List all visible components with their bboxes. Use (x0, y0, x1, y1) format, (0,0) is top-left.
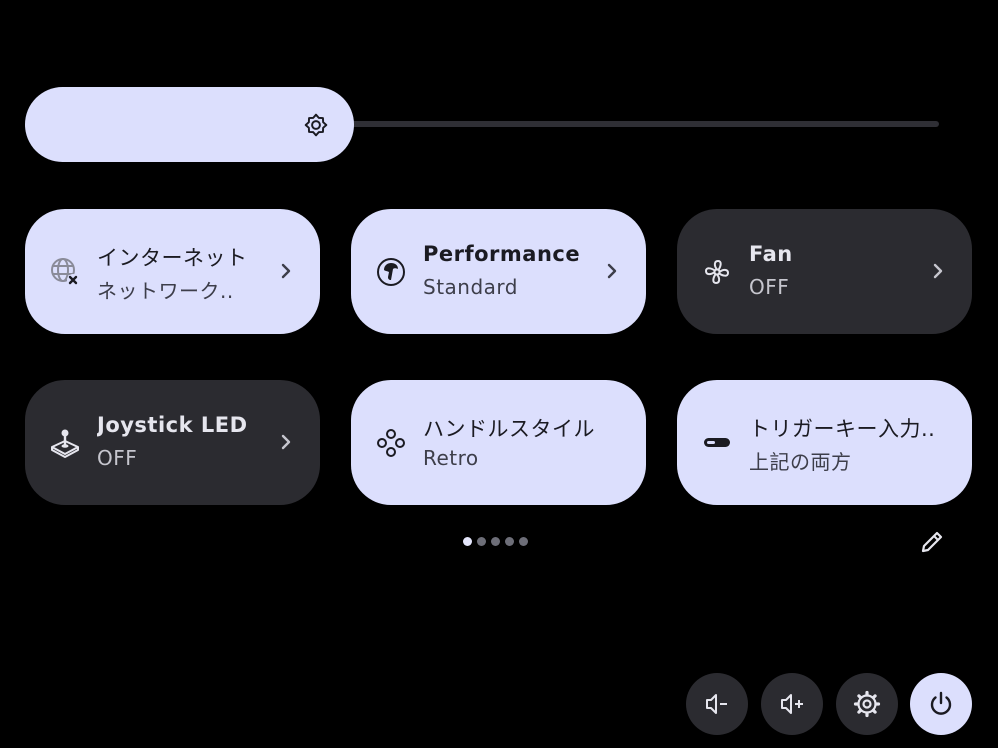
power-button[interactable] (910, 673, 972, 735)
page-dot[interactable] (463, 537, 472, 546)
chevron-right-icon[interactable] (928, 261, 948, 281)
chevron-right-icon[interactable] (602, 261, 622, 281)
tile-subtitle: Retro (423, 446, 479, 470)
tile-subtitle: OFF (97, 446, 138, 470)
brightness-icon (304, 113, 328, 137)
volume-down-button[interactable] (686, 673, 748, 735)
performance-icon (377, 258, 405, 286)
volume-down-icon (706, 694, 727, 714)
brightness-track[interactable] (325, 121, 939, 127)
brightness-slider[interactable] (25, 87, 939, 162)
joystick-icon (51, 429, 79, 458)
power-icon (930, 691, 952, 715)
tile-performance[interactable]: Performance Standard (351, 209, 646, 334)
tile-title: ハンドルスタイル (423, 417, 595, 441)
settings-button[interactable] (836, 673, 898, 735)
tile-trigger-key-input[interactable]: トリガーキー入力.. 上記の両方 (677, 380, 972, 505)
trigger-icon (704, 438, 730, 447)
globe-off-icon (51, 258, 79, 286)
page-dot[interactable] (477, 537, 486, 546)
tile-title: トリガーキー入力.. (749, 417, 936, 441)
page-indicator (463, 537, 528, 547)
brightness-fill[interactable] (25, 87, 354, 162)
tile-subtitle: ネットワーク.. (97, 279, 234, 303)
page-dot[interactable] (505, 537, 514, 546)
chevron-right-icon[interactable] (276, 261, 296, 281)
edit-icon[interactable] (918, 528, 946, 556)
tile-joystick-led[interactable]: Joystick LED OFF (25, 380, 320, 505)
tile-title: Joystick LED (97, 413, 248, 437)
page-dot[interactable] (519, 537, 528, 546)
fan-icon (705, 260, 729, 284)
chevron-right-icon[interactable] (276, 432, 296, 452)
gear-icon (853, 690, 881, 718)
tile-fan[interactable]: Fan OFF (677, 209, 972, 334)
gamepad-buttons-icon (377, 429, 405, 457)
tile-title: インターネット (97, 246, 248, 270)
volume-up-button[interactable] (761, 673, 823, 735)
tile-title: Performance (423, 242, 581, 266)
tile-subtitle: Standard (423, 275, 518, 299)
tile-internet[interactable]: インターネット ネットワーク.. (25, 209, 320, 334)
tile-handle-style[interactable]: ハンドルスタイル Retro (351, 380, 646, 505)
tile-title: Fan (749, 242, 793, 266)
tile-subtitle: OFF (749, 275, 790, 299)
tile-subtitle: 上記の両方 (749, 450, 852, 474)
volume-up-icon (781, 694, 803, 714)
page-dot[interactable] (491, 537, 500, 546)
